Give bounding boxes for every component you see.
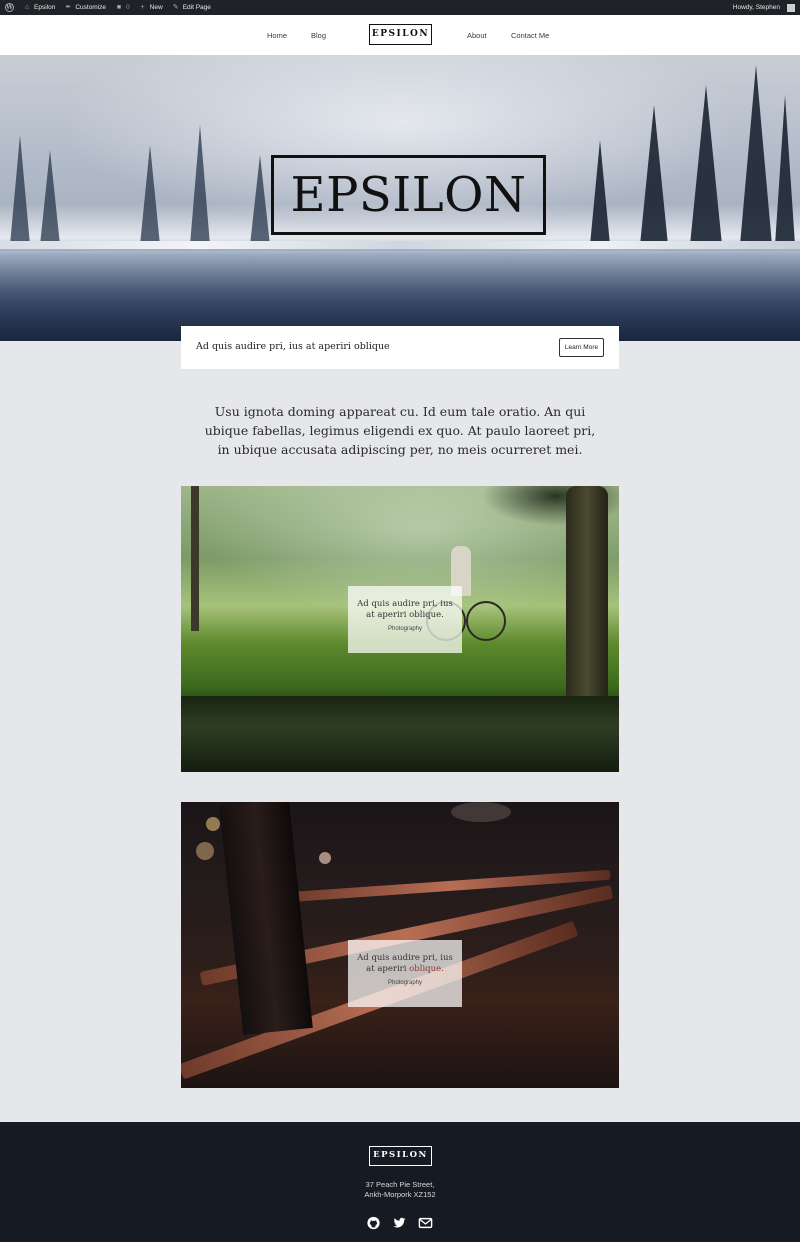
hero-logo: EPSILON xyxy=(271,155,546,235)
social-links xyxy=(366,1216,433,1230)
new-content-link[interactable]: + New xyxy=(139,4,163,12)
address-line-1: 37 Peach Pie Street, xyxy=(365,1180,435,1189)
pencil-icon: ✎ xyxy=(172,3,179,11)
bokeh-light xyxy=(206,817,220,831)
learn-more-button[interactable]: Learn More xyxy=(559,338,604,357)
brush-icon: ✒ xyxy=(65,3,72,11)
site-logo[interactable]: EPSILON xyxy=(369,24,432,45)
bokeh-light xyxy=(451,802,511,822)
greeting-label: Howdy, Stephen xyxy=(732,4,780,11)
tree-shape xyxy=(640,105,668,245)
tree-shape xyxy=(250,155,270,245)
tree-trunk xyxy=(191,486,199,631)
edit-page-label: Edit Page xyxy=(182,4,211,11)
customize-label: Customize xyxy=(75,4,107,11)
bicycle-wheel xyxy=(466,601,506,641)
post-title-accent: oblique. xyxy=(409,964,444,974)
post-title[interactable]: Ad quis audire pri, ius at aperiri obliq… xyxy=(348,599,462,621)
address-line-2: Ankh-Morpork XZ152 xyxy=(364,1190,436,1199)
tree-shape xyxy=(740,65,772,245)
post-category[interactable]: Photography xyxy=(348,980,462,986)
site-footer: EPSILON 37 Peach Pie Street, Ankh-Morpor… xyxy=(0,1122,800,1242)
bokeh-light xyxy=(319,852,331,864)
customize-link[interactable]: ✒ Customize xyxy=(64,4,106,12)
comment-icon: ■ xyxy=(116,3,122,11)
home-icon: ⌂ xyxy=(24,3,30,11)
nav-item-blog[interactable]: Blog xyxy=(311,31,326,40)
tree-shape xyxy=(40,150,60,245)
foreground-post xyxy=(219,802,313,1036)
tree-shape xyxy=(10,135,30,245)
nav-item-contact[interactable]: Contact Me xyxy=(511,31,549,40)
plus-icon: + xyxy=(140,3,145,11)
post-title[interactable]: Ad quis audire pri, ius at aperiri obliq… xyxy=(348,953,462,975)
email-icon[interactable] xyxy=(418,1216,433,1230)
admin-bar: W ⌂ Epsilon ✒ Customize ■ 0 + New ✎ Edit… xyxy=(0,0,800,15)
account-menu[interactable]: Howdy, Stephen xyxy=(732,3,795,12)
tree-shape xyxy=(590,140,610,245)
admin-site-name-link[interactable]: ⌂ Epsilon xyxy=(23,4,55,12)
edit-page-link[interactable]: ✎ Edit Page xyxy=(172,4,211,12)
tree-trunk xyxy=(566,486,608,716)
tree-shape xyxy=(190,125,210,245)
comments-link[interactable]: ■ 0 xyxy=(115,4,130,12)
footer-address: 37 Peach Pie Street, Ankh-Morpork XZ152 xyxy=(0,1180,800,1200)
main-navigation: Home Blog EPSILON About Contact Me xyxy=(0,15,800,55)
card-water xyxy=(181,696,619,772)
hero-image: EPSILON xyxy=(0,55,800,341)
post-card[interactable]: Ad quis audire pri, ius at aperiri obliq… xyxy=(181,802,619,1088)
tree-shape xyxy=(140,145,160,245)
avatar xyxy=(787,3,795,12)
bokeh-light xyxy=(196,842,214,860)
comments-count: 0 xyxy=(126,4,130,11)
tree-shape xyxy=(690,85,722,245)
hero-shoreline xyxy=(0,241,800,249)
github-icon[interactable] xyxy=(366,1216,381,1230)
tree-shape xyxy=(775,95,795,245)
cta-banner: Ad quis audire pri, ius at aperiri obliq… xyxy=(181,326,619,369)
admin-site-name: Epsilon xyxy=(34,4,56,11)
nav-item-about[interactable]: About xyxy=(467,31,487,40)
intro-text: Usu ignota doming appareat cu. Id eum ta… xyxy=(204,404,596,457)
post-card[interactable]: Ad quis audire pri, ius at aperiri obliq… xyxy=(181,486,619,772)
wordpress-logo-button[interactable]: W xyxy=(5,3,14,12)
post-overlay[interactable]: Ad quis audire pri, ius at aperiri obliq… xyxy=(348,940,462,1007)
twitter-icon[interactable] xyxy=(392,1216,407,1230)
footer-logo[interactable]: EPSILON xyxy=(369,1146,432,1166)
wordpress-icon: W xyxy=(5,3,14,12)
post-category[interactable]: Photography xyxy=(348,626,462,632)
new-label: New xyxy=(149,4,163,11)
banner-text: Ad quis audire pri, ius at aperiri obliq… xyxy=(196,341,390,352)
nav-item-home[interactable]: Home xyxy=(267,31,287,40)
post-overlay[interactable]: Ad quis audire pri, ius at aperiri obliq… xyxy=(348,586,462,653)
